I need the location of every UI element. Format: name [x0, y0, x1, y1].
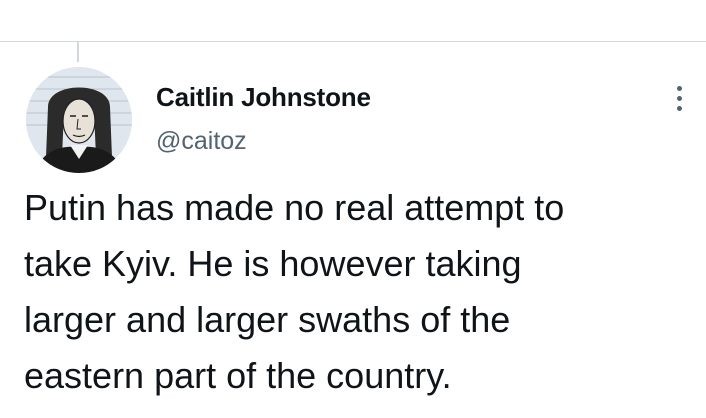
dot: [677, 106, 682, 111]
tweet-text-line: eastern part of the country.: [24, 355, 452, 396]
author-name[interactable]: Caitlin Johnstone: [156, 82, 371, 113]
tweet-text-line: take Kyiv. He is however taking: [24, 243, 522, 284]
avatar-illustration: [26, 67, 132, 173]
avatar[interactable]: [26, 67, 132, 173]
more-options-icon[interactable]: [672, 84, 688, 114]
previous-tweet-action-icon[interactable]: [24, 0, 54, 6]
tweet-text-line: larger and larger swaths of the: [24, 299, 511, 340]
tweet-screen: Caitlin Johnstone @caitoz Putin has made…: [0, 0, 706, 418]
tweet-text-line: Putin has made no real attempt to: [24, 187, 565, 228]
divider: [0, 41, 706, 42]
thread-connector-line: [77, 42, 79, 62]
author-handle[interactable]: @caitoz: [156, 127, 247, 156]
dot: [677, 96, 682, 101]
dot: [677, 86, 682, 91]
tweet-text: Putin has made no real attempt to take K…: [24, 180, 696, 404]
